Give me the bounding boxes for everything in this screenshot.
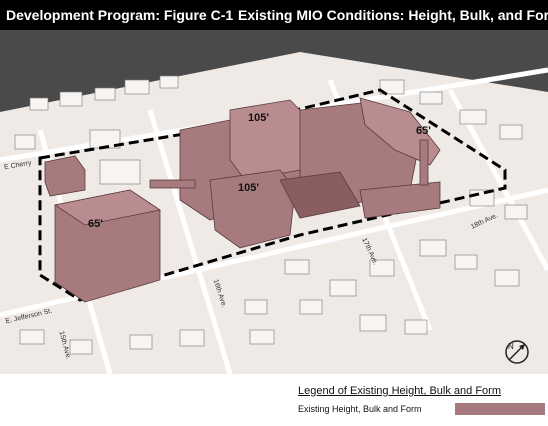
mio-building-nw [44,155,86,197]
height-label-south-tower: 105' [238,182,259,194]
height-label-north-tower: 105' [248,112,269,124]
map-view: 105' 105' 65' 65' E. Jefferson St. 15th … [0,30,548,374]
legend-item-label: Existing Height, Bulk and Form [298,404,422,414]
legend-title: Legend of Existing Height, Bulk and Form [298,385,502,397]
map-canvas [0,52,548,374]
legend-swatch [455,403,545,415]
mio-building-bridge [149,179,196,189]
header-bar: Development Program: Figure C-1 Existing… [0,0,548,30]
mio-building-tower [229,99,311,181]
figure-subtitle: Existing MIO Conditions: Height, Bulk, a… [238,7,548,23]
svg-text:N: N [508,342,514,351]
height-label-west-building: 65' [88,218,103,230]
figure-title: Development Program: Figure C-1 [6,7,234,23]
mio-building-stack [419,139,429,186]
north-arrow-icon: N [503,338,531,366]
height-label-east: 65' [416,125,431,137]
